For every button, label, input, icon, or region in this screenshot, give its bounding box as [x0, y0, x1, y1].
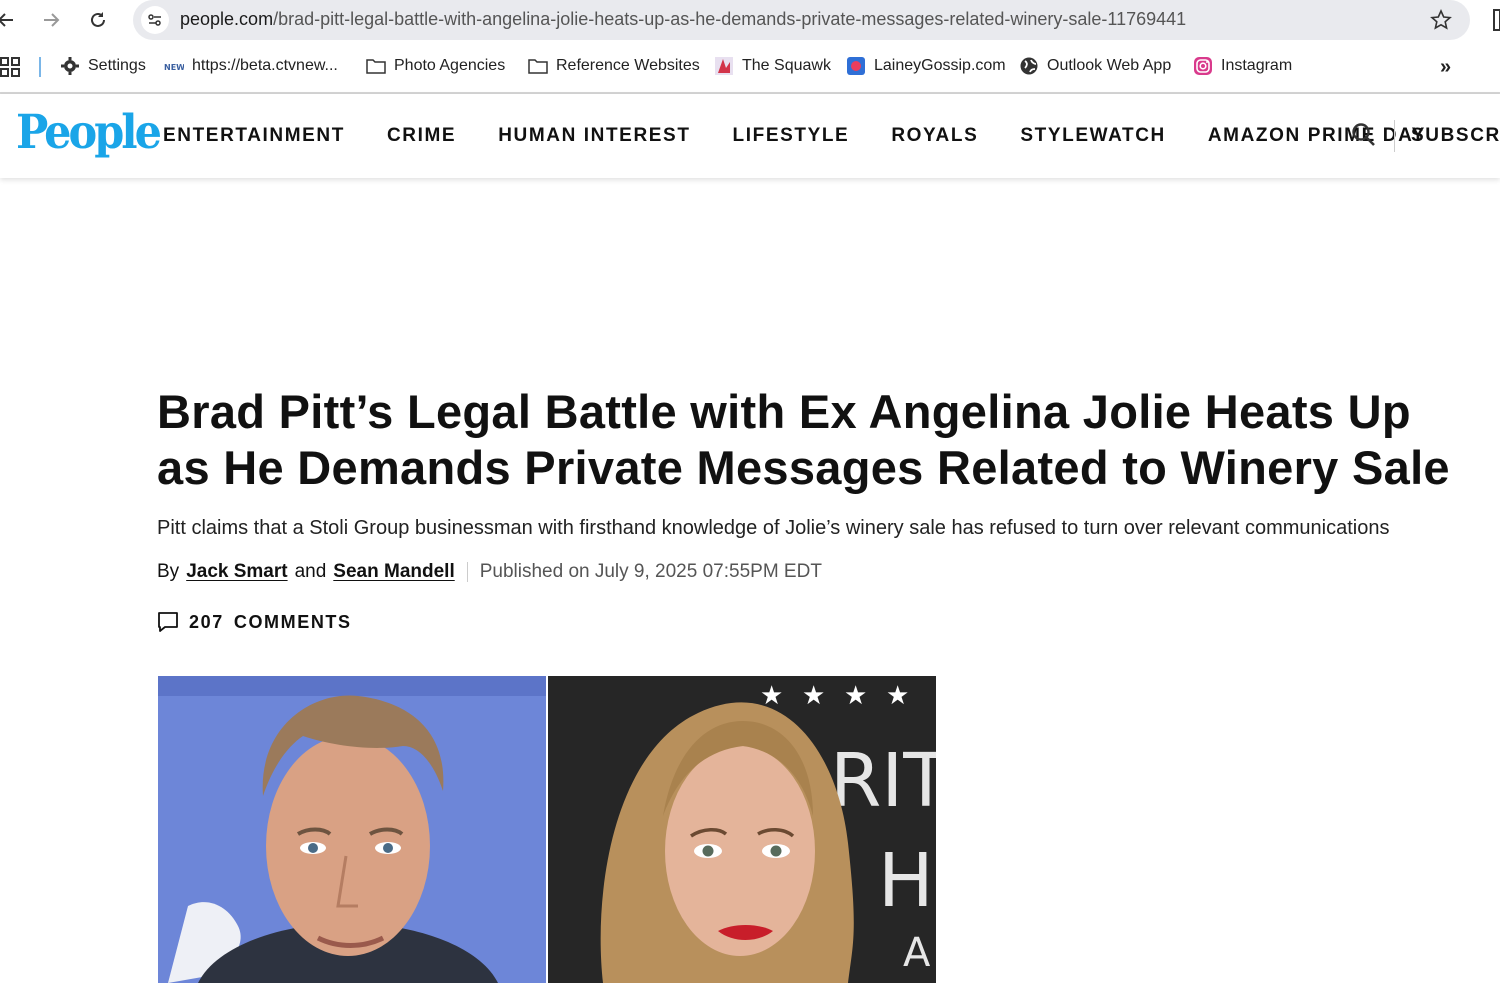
byline-and: and [294, 561, 327, 582]
search-icon[interactable] [1351, 122, 1377, 148]
comment-icon [158, 612, 178, 632]
nav-crime[interactable]: CRIME [387, 125, 456, 147]
people-logo[interactable]: People [16, 106, 162, 160]
instagram-icon [1193, 56, 1213, 76]
bookmark-reference-websites[interactable]: Reference Websites [528, 54, 700, 78]
bookmarks-separator [39, 57, 41, 77]
header-divider [1394, 120, 1395, 152]
globe-icon [1019, 56, 1039, 76]
svg-text:★: ★ [844, 681, 867, 711]
url-text[interactable]: people.com/brad-pitt-legal-battle-with-a… [180, 9, 1186, 30]
bookmarks-bar: Settings NEWS https://beta.ctvnew... Pho… [0, 44, 1500, 88]
svg-text:★: ★ [886, 681, 909, 711]
news-icon: NEWS [164, 56, 184, 76]
brad-pitt-photo [158, 676, 546, 983]
folder-icon [366, 56, 386, 76]
published-date: Published on July 9, 2025 07:55PM EDT [479, 561, 822, 582]
address-bar[interactable]: people.com/brad-pitt-legal-battle-with-a… [133, 0, 1470, 40]
bookmark-ctvnews[interactable]: NEWS https://beta.ctvnew... [164, 54, 338, 78]
svg-text:RIT: RIT [830, 738, 936, 824]
browser-toolbar: people.com/brad-pitt-legal-battle-with-a… [0, 0, 1500, 40]
svg-text:★: ★ [802, 681, 825, 711]
comments-link[interactable]: 207 COMMENTS [157, 611, 352, 633]
back-arrow-icon[interactable] [0, 6, 20, 34]
gear-icon [60, 56, 80, 76]
byline: By Jack Smart and Sean Mandell Published… [157, 561, 822, 583]
article-headline: Brad Pitt’s Legal Battle with Ex Angelin… [157, 385, 1450, 494]
forward-arrow-icon[interactable] [37, 6, 65, 34]
article-dek: Pitt claims that a Stoli Group businessm… [157, 517, 1390, 539]
bookmark-photo-agencies[interactable]: Photo Agencies [366, 54, 505, 78]
main-nav: ENTERTAINMENT CRIME HUMAN INTEREST LIFES… [163, 125, 1468, 147]
nav-entertainment[interactable]: ENTERTAINMENT [163, 125, 345, 147]
folder-icon [528, 56, 548, 76]
lainey-icon [846, 56, 866, 76]
squawk-icon [714, 56, 734, 76]
svg-text:A: A [903, 930, 931, 976]
subscribe-button[interactable]: SUBSCRI [1411, 125, 1500, 147]
apps-grid-icon[interactable] [0, 57, 20, 77]
svg-text:NEWS: NEWS [164, 63, 184, 72]
site-header: People ENTERTAINMENT CRIME HUMAN INTERES… [0, 94, 1500, 178]
hero-image: ★ ★ ★ ★ RIT HO A [158, 676, 936, 983]
extensions-edge-icon[interactable] [1492, 8, 1500, 32]
nav-lifestyle[interactable]: LIFESTYLE [733, 125, 850, 147]
bookmark-instagram[interactable]: Instagram [1193, 54, 1292, 78]
comments-count: 207 [189, 611, 224, 632]
nav-royals[interactable]: ROYALS [891, 125, 978, 147]
svg-text:HO: HO [878, 838, 936, 924]
bookmark-star-icon[interactable] [1430, 9, 1452, 31]
reload-icon[interactable] [84, 6, 112, 34]
author-link-jack-smart[interactable]: Jack Smart [186, 561, 287, 583]
nav-human-interest[interactable]: HUMAN INTEREST [498, 125, 690, 147]
bookmark-laineygossip[interactable]: LaineyGossip.com [846, 54, 1006, 78]
nav-stylewatch[interactable]: STYLEWATCH [1020, 125, 1165, 147]
bookmark-the-squawk[interactable]: The Squawk [714, 54, 831, 78]
bookmark-outlook[interactable]: Outlook Web App [1019, 54, 1171, 78]
byline-by: By [157, 561, 180, 582]
site-info-icon[interactable] [141, 6, 169, 34]
byline-separator [466, 562, 468, 582]
comments-label: COMMENTS [233, 611, 352, 632]
angelina-jolie-photo: ★ ★ ★ ★ RIT HO A [548, 676, 936, 983]
author-link-sean-mandell[interactable]: Sean Mandell [333, 561, 454, 583]
bookmark-settings[interactable]: Settings [60, 54, 146, 78]
more-bookmarks-icon[interactable]: » [1440, 56, 1451, 79]
